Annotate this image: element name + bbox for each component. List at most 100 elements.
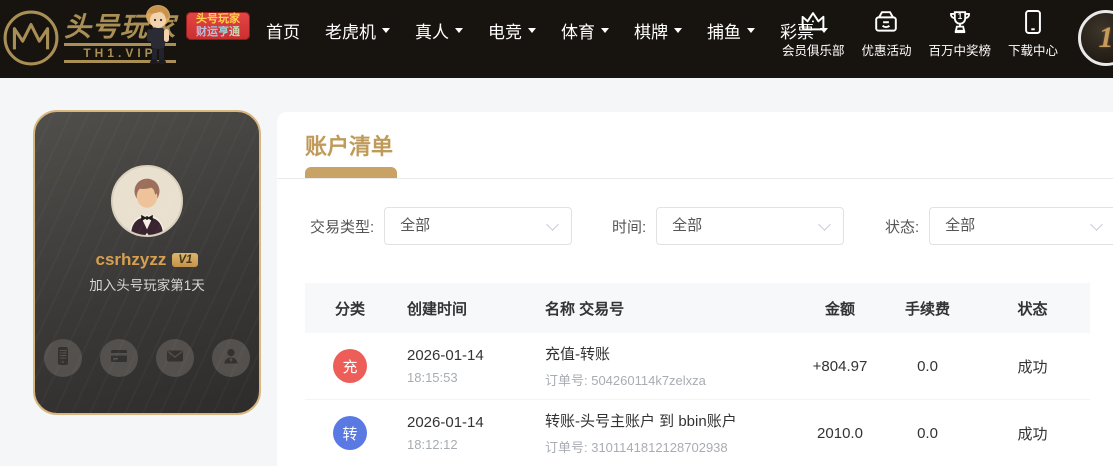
vip-level-badge: V1 <box>172 253 198 267</box>
bank-card-icon <box>107 344 131 373</box>
table-header-cell: 金额 <box>800 298 880 319</box>
chevron-down-icon <box>818 218 831 231</box>
main-nav: 首页老虎机真人电竞体育棋牌捕鱼彩票 <box>266 10 828 50</box>
avatar <box>111 165 183 237</box>
quick-link-download-center[interactable]: 下载中心 <box>1008 7 1058 59</box>
status-cell: 成功 <box>975 356 1090 377</box>
time-text: 18:15:53 <box>407 370 530 385</box>
profile-card: csrhzyzz V1 加入头号玩家第1天 <box>33 110 261 415</box>
content-panel: 账户清单 交易类型: 全部 时间: 全部 状态: 全部 分类创建时间名称 交易号金额手续费… <box>277 112 1113 466</box>
filter-time: 时间: 全部 <box>612 207 844 245</box>
quick-link-label: 下载中心 <box>1008 40 1058 59</box>
table-row: 转 2026-01-14 18:12:12 转账-头号主账户 到 bbin账户订单号:… <box>305 400 1090 466</box>
transaction-name: 充值-转账 <box>545 343 800 364</box>
nav-item-label: 首页 <box>266 18 300 43</box>
chevron-down-icon <box>601 28 609 33</box>
page-title: 账户清单 <box>305 129 393 161</box>
nav-item-label: 老虎机 <box>325 18 376 43</box>
coin-badge[interactable]: 1 <box>1078 10 1113 66</box>
filter-label: 状态: <box>885 216 919 237</box>
profile-action-user[interactable] <box>212 339 250 377</box>
category-cell: 充 <box>305 349 395 383</box>
nav-item-label: 真人 <box>415 18 449 43</box>
select-value: 全部 <box>672 208 702 244</box>
profile-action-mail[interactable] <box>156 339 194 377</box>
promo-badge-line1: 头号玩家 <box>186 13 250 26</box>
svg-text:1: 1 <box>957 12 962 21</box>
gift-box-icon <box>871 7 901 37</box>
nav-item-sports[interactable]: 体育 <box>561 18 609 43</box>
nav-item-live[interactable]: 真人 <box>415 18 463 43</box>
chevron-down-icon <box>382 28 390 33</box>
created-time-cell: 2026-01-14 18:12:12 <box>395 414 530 452</box>
amount-cell: 2010.0 <box>800 425 880 442</box>
nav-item-label: 捕鱼 <box>707 18 741 43</box>
transaction-name: 转账-头号主账户 到 bbin账户 <box>545 410 800 431</box>
nav-item-slots[interactable]: 老虎机 <box>325 18 390 43</box>
top-header: 头号玩家 TH1.VIP 头号玩家 财运亨通 首页老虎机 <box>0 0 1113 78</box>
name-order-cell: 充值-转账订单号: 504260114k7zelxza <box>530 343 800 389</box>
fee-cell: 0.0 <box>880 358 975 375</box>
select-value: 全部 <box>945 208 975 244</box>
filter-label: 时间: <box>612 216 646 237</box>
date-text: 2026-01-14 <box>407 414 530 431</box>
mascot-image <box>139 3 177 75</box>
quick-link-member-club[interactable]: 会员俱乐部 <box>782 7 845 59</box>
trophy-icon: 1 <box>945 7 975 37</box>
table-header-row: 分类创建时间名称 交易号金额手续费状态 <box>305 283 1090 333</box>
page: 头号玩家 TH1.VIP 头号玩家 财运亨通 首页老虎机 <box>0 0 1113 466</box>
crown-icon <box>798 7 828 37</box>
status-cell: 成功 <box>975 423 1090 444</box>
chevron-down-icon <box>747 28 755 33</box>
quick-link-jackpot-board[interactable]: 1 百万中奖榜 <box>928 7 991 59</box>
chevron-down-icon <box>674 28 682 33</box>
username: csrhzyzz <box>96 250 167 269</box>
select-value: 全部 <box>400 208 430 244</box>
quick-links: 会员俱乐部优惠活动 1 百万中奖榜下载中心 <box>782 7 1058 59</box>
quick-link-promotions[interactable]: 优惠活动 <box>861 7 911 59</box>
nav-item-home[interactable]: 首页 <box>266 18 300 43</box>
table-header-cell: 状态 <box>975 298 1090 319</box>
category-badge: 充 <box>333 349 367 383</box>
category-cell: 转 <box>305 416 395 450</box>
title-divider <box>277 178 1113 179</box>
date-text: 2026-01-14 <box>407 347 530 364</box>
time-select[interactable]: 全部 <box>656 207 844 245</box>
promo-badge: 头号玩家 财运亨通 <box>186 12 250 40</box>
logo-emblem-icon <box>2 9 60 67</box>
nav-item-esports[interactable]: 电竞 <box>488 18 536 43</box>
coin-badge-text: 1 <box>1099 21 1113 55</box>
table-header-cell: 创建时间 <box>395 298 530 319</box>
category-badge: 转 <box>333 416 367 450</box>
active-tab-indicator <box>305 167 397 178</box>
chevron-down-icon <box>528 28 536 33</box>
created-time-cell: 2026-01-14 18:15:53 <box>395 347 530 385</box>
filter-status: 状态: 全部 <box>885 207 1113 245</box>
username-row: csrhzyzz V1 <box>35 250 259 270</box>
transactions-table: 分类创建时间名称 交易号金额手续费状态充2026-01-1418:15:53充值… <box>305 283 1090 466</box>
table-header-cell: 手续费 <box>880 298 975 319</box>
nav-item-label: 电竞 <box>488 18 522 43</box>
table-row: 充2026-01-1418:15:53充值-转账订单号: 504260114k7… <box>305 333 1090 400</box>
joined-days-text: 加入头号玩家第1天 <box>35 274 259 294</box>
filter-label: 交易类型: <box>310 216 374 237</box>
table-header-cell: 分类 <box>305 298 395 319</box>
profile-action-bank-card[interactable] <box>100 339 138 377</box>
status-select[interactable]: 全部 <box>929 207 1113 245</box>
fee-cell: 0.0 <box>880 425 975 442</box>
nav-item-fishing[interactable]: 捕鱼 <box>707 18 755 43</box>
mobile-icon <box>51 344 75 373</box>
nav-item-label: 体育 <box>561 18 595 43</box>
order-number: 订单号: 504260114k7zelxza <box>545 370 800 389</box>
table-header-cell: 名称 交易号 <box>530 298 800 319</box>
amount-cell: +804.97 <box>800 358 880 375</box>
profile-action-mobile[interactable] <box>44 339 82 377</box>
transaction-type-select[interactable]: 全部 <box>384 207 572 245</box>
order-number: 订单号: 3101141812128702938 <box>545 437 800 456</box>
profile-actions <box>35 339 259 377</box>
nav-item-chess[interactable]: 棋牌 <box>634 18 682 43</box>
filter-transaction-type: 交易类型: 全部 <box>310 207 572 245</box>
quick-link-label: 百万中奖榜 <box>928 40 991 59</box>
time-text: 18:12:12 <box>407 437 530 452</box>
chevron-down-icon <box>546 218 559 231</box>
